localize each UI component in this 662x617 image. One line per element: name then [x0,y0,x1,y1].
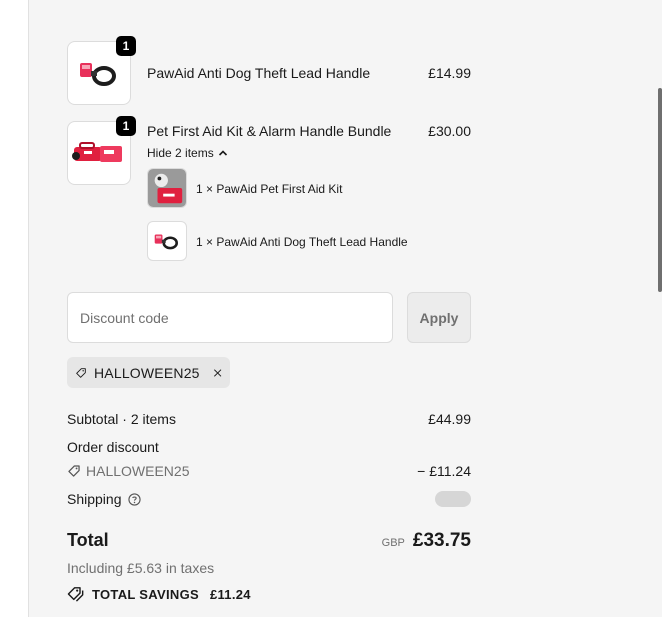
tag-icon [76,367,86,378]
tags-icon [67,587,84,602]
help-circle-icon[interactable] [127,492,141,506]
quantity-badge: 1 [116,116,136,136]
discount-value: − £11.24 [417,463,471,479]
total-label: Total [67,530,109,550]
quantity-badge: 1 [116,36,136,56]
scrollbar[interactable] [658,88,662,292]
first-aid-kit-bundle-icon [72,142,122,162]
discount-code-input[interactable] [67,292,393,343]
item-title: PawAid Anti Dog Theft Lead Handle [147,65,371,81]
bundle-item-thumbnail [147,168,187,208]
total-savings-row: TOTAL SAVINGS £11.24 [67,586,251,602]
tag-icon [68,465,80,477]
discount-code-row: HALLOWEEN25 [67,463,189,479]
dog-lead-handle-icon [154,234,178,250]
item-price: £14.99 [428,65,471,81]
shipping-label: Shipping [67,491,122,507]
chevron-up-icon [218,150,227,156]
hide-bundle-items-toggle[interactable]: Hide 2 items [147,146,228,160]
taxes-note: Including £5.63 in taxes [67,560,215,576]
bundle-item-label: 1 × PawAid Anti Dog Theft Lead Handle [196,235,408,249]
shipping-row: Shipping [67,491,141,507]
first-aid-kit-icon [148,169,186,207]
toggle-label: Hide 2 items [147,146,214,160]
summary-discount-code: HALLOWEEN25 [86,463,190,479]
apply-discount-button[interactable]: Apply [407,292,471,343]
total-savings-label: TOTAL SAVINGS [92,586,199,602]
currency-code: GBP [381,537,405,549]
bundle-item-label: 1 × PawAid Pet First Aid Kit [196,182,343,196]
product-thumbnail-bundle: 1 [67,116,136,185]
applied-discount-chip: HALLOWEEN25 [67,357,230,388]
dog-lead-handle-icon [80,63,116,86]
applied-discount-code: HALLOWEEN25 [93,364,200,381]
total-amount: £33.75 [412,530,471,551]
item-price: £30.00 [428,123,471,139]
product-thumbnail-lead-handle: 1 [67,36,136,105]
subtotal-value: £44.99 [428,411,471,427]
bundle-item-thumbnail [147,221,187,261]
total-savings-value: £11.24 [209,586,251,602]
item-title: Pet First Aid Kit & Alarm Handle Bundle [147,123,392,139]
page-left-margin [0,0,29,617]
order-discount-label: Order discount [67,439,159,455]
subtotal-label: Subtotal · 2 items [67,411,176,427]
total-amount-row: GBP £33.75 [371,530,471,552]
shipping-value-loading-placeholder [435,491,471,507]
remove-discount-close-icon[interactable] [213,366,222,380]
